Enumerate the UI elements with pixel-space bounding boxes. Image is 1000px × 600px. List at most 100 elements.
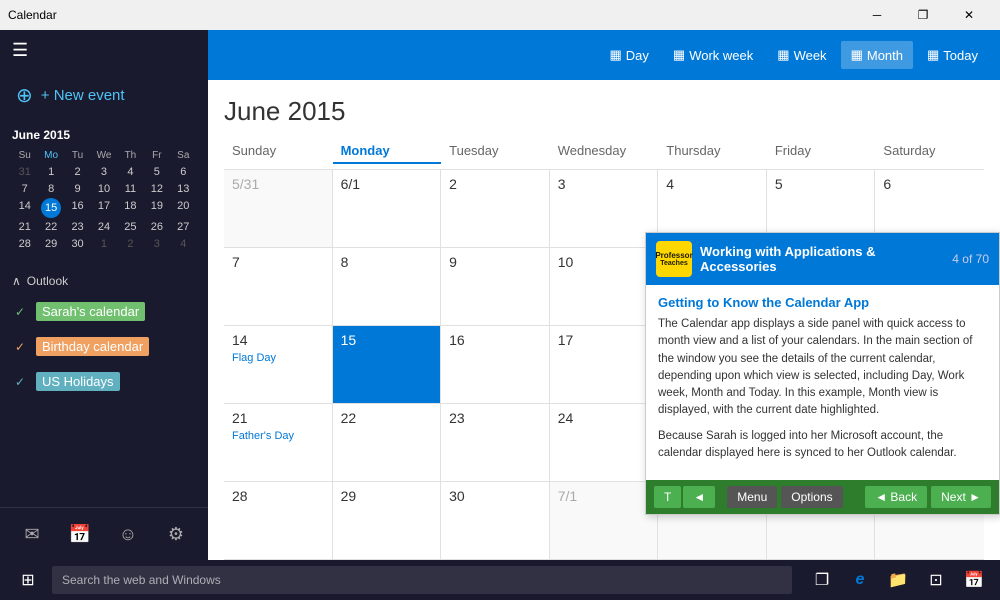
mini-cell[interactable]: 16 — [65, 198, 90, 218]
day-label: Day — [626, 48, 649, 63]
mini-cell[interactable]: 1 — [91, 236, 116, 252]
hamburger-icon[interactable]: ☰ — [12, 40, 28, 61]
sidebar: ☰ ⊕ + New event June 2015 Su Mo Tu We Th… — [0, 30, 208, 560]
week-icon: ▦ — [777, 47, 789, 63]
mini-cell[interactable]: 9 — [65, 181, 90, 197]
week-btn[interactable]: ▦ Week — [767, 41, 836, 69]
file-explorer-icon[interactable]: 📁 — [880, 562, 916, 598]
mini-cell[interactable]: 31 — [12, 164, 37, 180]
restore-btn[interactable]: ❐ — [900, 0, 946, 30]
mini-cell[interactable]: 6 — [171, 164, 196, 180]
today-icon: ▦ — [927, 47, 939, 63]
start-button[interactable]: ⊞ — [8, 560, 48, 600]
month-btn[interactable]: ▦ Month — [841, 41, 913, 69]
header-monday: Monday — [333, 139, 442, 164]
sidebar-footer: ✉ 📅 ☺ ⚙ — [0, 507, 208, 560]
mini-cell[interactable]: 18 — [118, 198, 143, 218]
mini-cell[interactable]: 23 — [65, 219, 90, 235]
window-controls: ─ ❐ ✕ — [854, 0, 992, 30]
mini-cell[interactable]: 14 — [12, 198, 37, 218]
search-input[interactable] — [52, 566, 792, 594]
mini-cell[interactable]: 22 — [38, 219, 63, 235]
calendar-taskbar-icon[interactable]: 📅 — [956, 562, 992, 598]
mini-cell[interactable]: 24 — [91, 219, 116, 235]
mini-cell[interactable]: 26 — [144, 219, 169, 235]
cal-cell: 17 — [550, 326, 659, 403]
day-btn[interactable]: ▦ Day — [599, 41, 658, 69]
professor-popup: Professor Teaches Working with Applicati… — [645, 232, 1000, 515]
popup-text-2: Because Sarah is logged into her Microso… — [658, 428, 987, 463]
mini-cell[interactable]: 8 — [38, 181, 63, 197]
us-holidays-label: US Holidays — [36, 372, 120, 391]
sarahs-calendar-item[interactable]: ✓ Sarah's calendar — [0, 294, 208, 329]
mini-cell[interactable]: 20 — [171, 198, 196, 218]
header-saturday: Saturday — [875, 139, 984, 163]
close-btn[interactable]: ✕ — [946, 0, 992, 30]
cal-cell: 30 — [441, 482, 550, 559]
mini-cell[interactable]: 4 — [171, 236, 196, 252]
mini-calendar: June 2015 Su Mo Tu We Th Fr Sa 31 1 2 3 … — [0, 120, 208, 260]
cal-cell: 7/1 — [550, 482, 659, 559]
calendar-title: June 2015 — [224, 96, 984, 127]
calendar-footer-icon[interactable]: 📅 — [62, 516, 98, 552]
flag-day-event[interactable]: Flag Day — [232, 352, 324, 364]
birthday-calendar-item[interactable]: ✓ Birthday calendar — [0, 329, 208, 364]
store-icon[interactable]: ⊡ — [918, 562, 954, 598]
people-icon[interactable]: ☺ — [110, 516, 146, 552]
mini-cell[interactable]: 4 — [118, 164, 143, 180]
mini-cell[interactable]: 2 — [65, 164, 90, 180]
mini-cell[interactable]: 7 — [12, 181, 37, 197]
mini-cell[interactable]: 19 — [144, 198, 169, 218]
mini-cell[interactable]: 21 — [12, 219, 37, 235]
edge-icon[interactable]: e — [842, 562, 878, 598]
header-friday: Friday — [767, 139, 876, 163]
task-view-icon[interactable]: ❐ — [804, 562, 840, 598]
cal-cell: 28 — [224, 482, 333, 559]
minimize-btn[interactable]: ─ — [854, 0, 900, 30]
month-icon: ▦ — [851, 47, 863, 63]
mini-cell[interactable]: 28 — [12, 236, 37, 252]
mini-cell-today[interactable]: 15 — [41, 198, 61, 218]
mini-day-tu: Tu — [65, 148, 90, 163]
new-event-button[interactable]: ⊕ + New event — [0, 71, 208, 120]
check-icon: ✓ — [12, 339, 28, 355]
mini-cell[interactable]: 3 — [91, 164, 116, 180]
mini-cal-header: June 2015 — [12, 128, 196, 142]
outlook-group-header[interactable]: ∧ Outlook — [0, 268, 208, 294]
back-btn[interactable]: ◄ Back — [865, 486, 927, 508]
mini-day-sa: Sa — [171, 148, 196, 163]
cal-cell: 9 — [441, 248, 550, 325]
work-week-btn[interactable]: ▦ Work week — [663, 41, 763, 69]
month-label: Month — [867, 48, 903, 63]
mini-cell[interactable]: 29 — [38, 236, 63, 252]
cal-cell: 22 — [333, 404, 442, 481]
fathers-day-event[interactable]: Father's Day — [232, 430, 324, 442]
us-holidays-item[interactable]: ✓ US Holidays — [0, 364, 208, 399]
popup-t-btn[interactable]: T — [654, 486, 681, 508]
mini-cell[interactable]: 30 — [65, 236, 90, 252]
mini-cell[interactable]: 1 — [38, 164, 63, 180]
mini-cell[interactable]: 17 — [91, 198, 116, 218]
mini-cell[interactable]: 12 — [144, 181, 169, 197]
cal-cell: 23 — [441, 404, 550, 481]
mini-cell[interactable]: 3 — [144, 236, 169, 252]
popup-options-btn[interactable]: Options — [781, 486, 842, 508]
next-btn[interactable]: Next ► — [931, 486, 991, 508]
mini-cell[interactable]: 11 — [118, 181, 143, 197]
mini-cell[interactable]: 2 — [118, 236, 143, 252]
mini-cell[interactable]: 5 — [144, 164, 169, 180]
settings-icon[interactable]: ⚙ — [158, 516, 194, 552]
popup-play-btn[interactable]: ◄ — [683, 486, 715, 508]
mini-day-th: Th — [118, 148, 143, 163]
popup-menu-btn[interactable]: Menu — [727, 486, 777, 508]
mini-cell[interactable]: 27 — [171, 219, 196, 235]
mini-cell[interactable]: 10 — [91, 181, 116, 197]
today-btn[interactable]: ▦ Today — [917, 41, 988, 69]
mini-cell[interactable]: 25 — [118, 219, 143, 235]
check-icon: ✓ — [12, 304, 28, 320]
mail-icon[interactable]: ✉ — [14, 516, 50, 552]
window-title: Calendar — [8, 8, 57, 22]
mini-day-we: We — [91, 148, 116, 163]
mini-cell[interactable]: 13 — [171, 181, 196, 197]
cal-cell: 8 — [333, 248, 442, 325]
